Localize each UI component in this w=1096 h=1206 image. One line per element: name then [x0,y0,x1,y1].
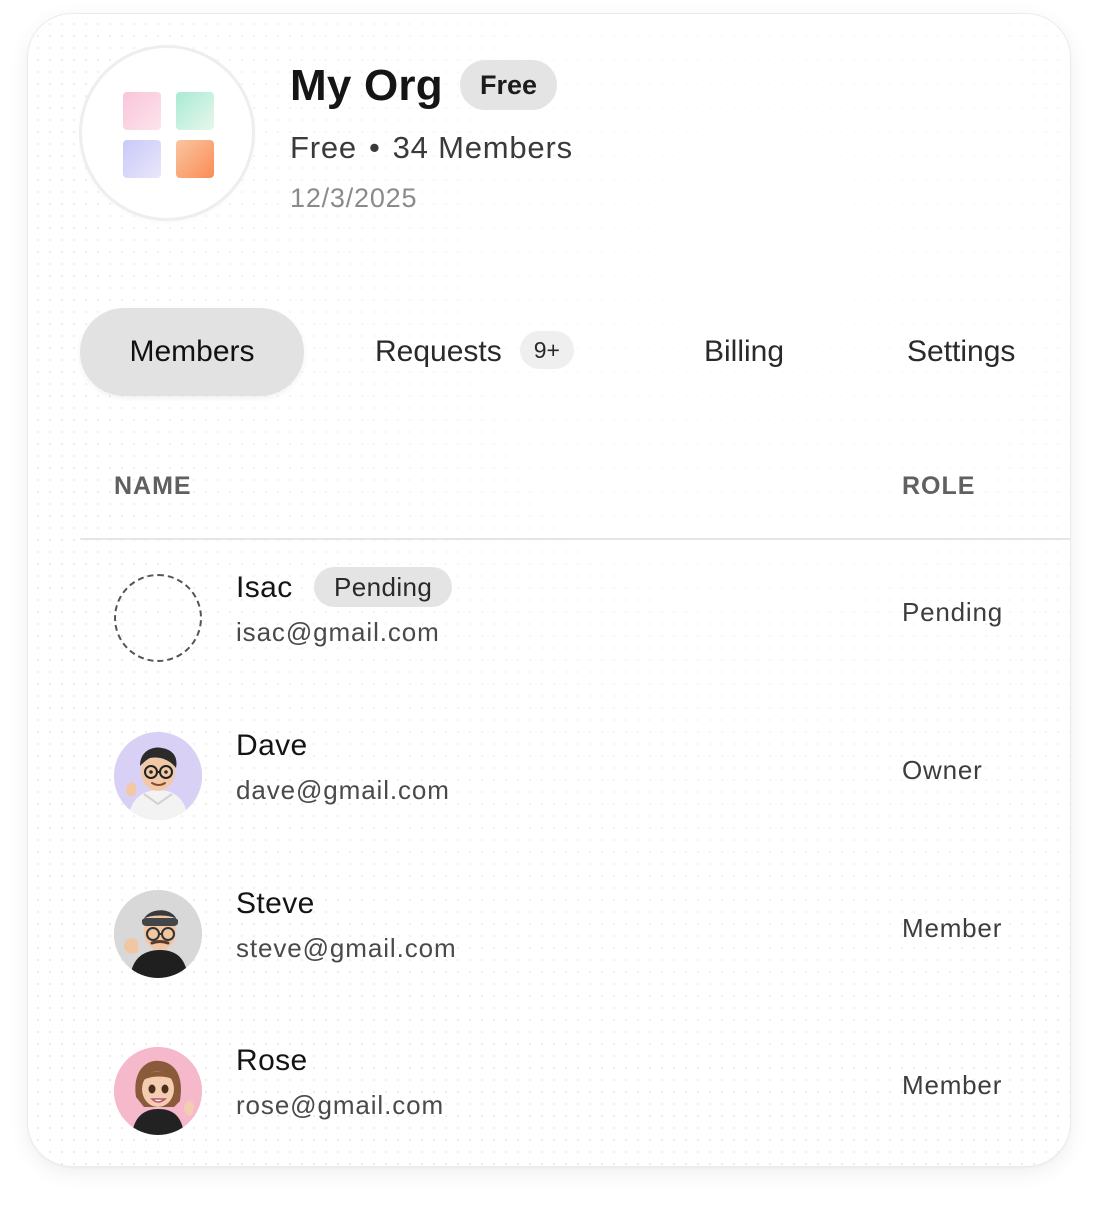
org-meta: Free • 34 Members [290,127,573,169]
requests-count-badge: 9+ [519,331,574,370]
meta-separator: • [368,130,381,165]
tab-requests-label: Requests [375,335,502,368]
org-plan: Free [290,130,357,165]
plan-badge: Free [460,60,558,110]
member-name: Isac [236,571,293,604]
memoji-rose-icon [114,1047,202,1135]
avatar [114,890,202,978]
pending-placeholder-icon [114,574,202,662]
avatar [114,732,202,820]
table-header-divider [80,538,1070,540]
tab-members-label: Members [129,335,255,368]
member-name: Dave [236,729,308,762]
org-card: My Org Free Free • 34 Members 12/3/2025 Me… [28,14,1070,1166]
tab-billing[interactable]: Billing [704,308,784,396]
member-email: isac@gmail.com [236,617,440,647]
member-role[interactable]: Member [902,1068,1002,1102]
logo-tile-orange [176,140,214,178]
member-role[interactable]: Member [902,911,1002,945]
logo-tile-lavender [123,140,161,178]
column-header-role[interactable]: ROLE [902,470,975,502]
member-role[interactable]: Pending [902,595,1003,629]
tab-settings[interactable]: Settings [907,308,1015,396]
member-role[interactable]: Owner [902,753,983,787]
tab-billing-label: Billing [704,335,785,368]
tab-settings-label: Settings [907,335,1016,368]
org-name: My Org [290,61,443,110]
column-header-name[interactable]: NAME [114,470,192,502]
memoji-dave-icon [114,732,202,820]
member-name: Rose [236,1044,308,1077]
org-logo [82,48,252,218]
avatar [114,1047,202,1135]
member-email: rose@gmail.com [236,1090,445,1120]
tab-members[interactable]: Members [80,308,304,396]
table-row[interactable]: Steve steve@gmail.com Member [28,887,1070,1047]
logo-tile-green [176,92,214,130]
org-members-count: 34 Members [392,130,573,165]
table-row[interactable]: Isac Pending isac@gmail.com Pending [28,567,1070,731]
table-row[interactable]: Dave dave@gmail.com Owner [28,729,1070,889]
logo-tile-pink [123,92,161,130]
member-email: steve@gmail.com [236,933,457,963]
memoji-steve-icon [114,890,202,978]
table-row[interactable]: Rose rose@gmail.com Member [28,1044,1070,1166]
member-email: dave@gmail.com [236,775,450,805]
tab-requests[interactable]: Requests 9+ [375,308,574,396]
status-badge: Pending [314,567,453,607]
org-date: 12/3/2025 [290,183,418,213]
member-name: Steve [236,887,315,920]
